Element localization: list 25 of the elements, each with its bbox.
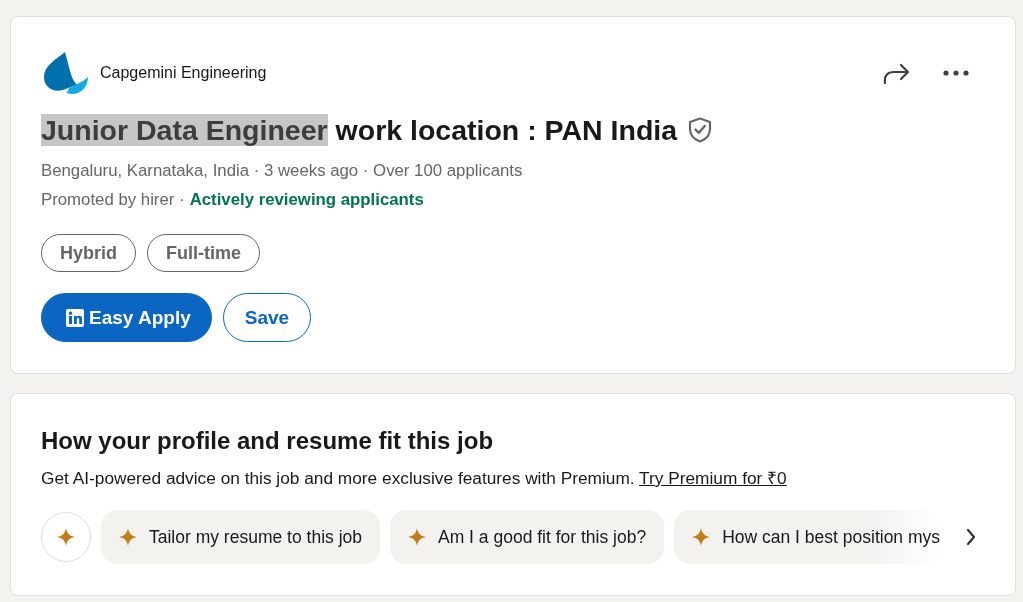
section-heading: How your profile and resume fit this job — [41, 426, 494, 456]
sparkle-icon — [57, 528, 75, 546]
save-button[interactable]: Save — [222, 293, 312, 342]
sparkle-icon — [408, 528, 426, 546]
share-icon[interactable] — [882, 62, 910, 84]
prompt-chip[interactable]: Am I a good fit for this job? — [390, 510, 665, 564]
logo-icon — [66, 308, 84, 327]
job-type-tag[interactable]: Hybrid — [41, 234, 136, 272]
job-meta: Bengaluru, Karnataka, India · 3 weeks ago · Over 100 applicants — [41, 160, 523, 182]
chevron-right-icon[interactable] — [966, 528, 976, 546]
easy-apply-button[interactable]: Easy Apply — [41, 293, 212, 342]
company-name[interactable]: Capgemini Engineering — [100, 64, 267, 82]
sparkle-icon — [119, 528, 137, 546]
premium-description: Get AI-powered advice on this job and more exclusive features with Premium. Try Premium for ₹0 — [41, 467, 787, 490]
hiring-status: Actively reviewing applicants — [189, 189, 424, 211]
job-title: Junior Data Engineer work location : PAN India — [41, 113, 678, 148]
more-options-icon[interactable] — [943, 70, 969, 76]
promoted-label: Promoted by hirer · — [41, 189, 185, 211]
prompt-chip[interactable]: How can I best position mys — [674, 510, 943, 564]
ai-assist-button[interactable] — [41, 512, 91, 562]
sparkle-icon — [692, 528, 711, 546]
prompt-chip[interactable]: Tailor my resume to this job — [101, 510, 380, 564]
premium-link[interactable]: Try Premium for ₹0 — [639, 468, 787, 488]
company-logo — [41, 51, 89, 95]
job-type-tag[interactable]: Full-time — [147, 234, 260, 272]
